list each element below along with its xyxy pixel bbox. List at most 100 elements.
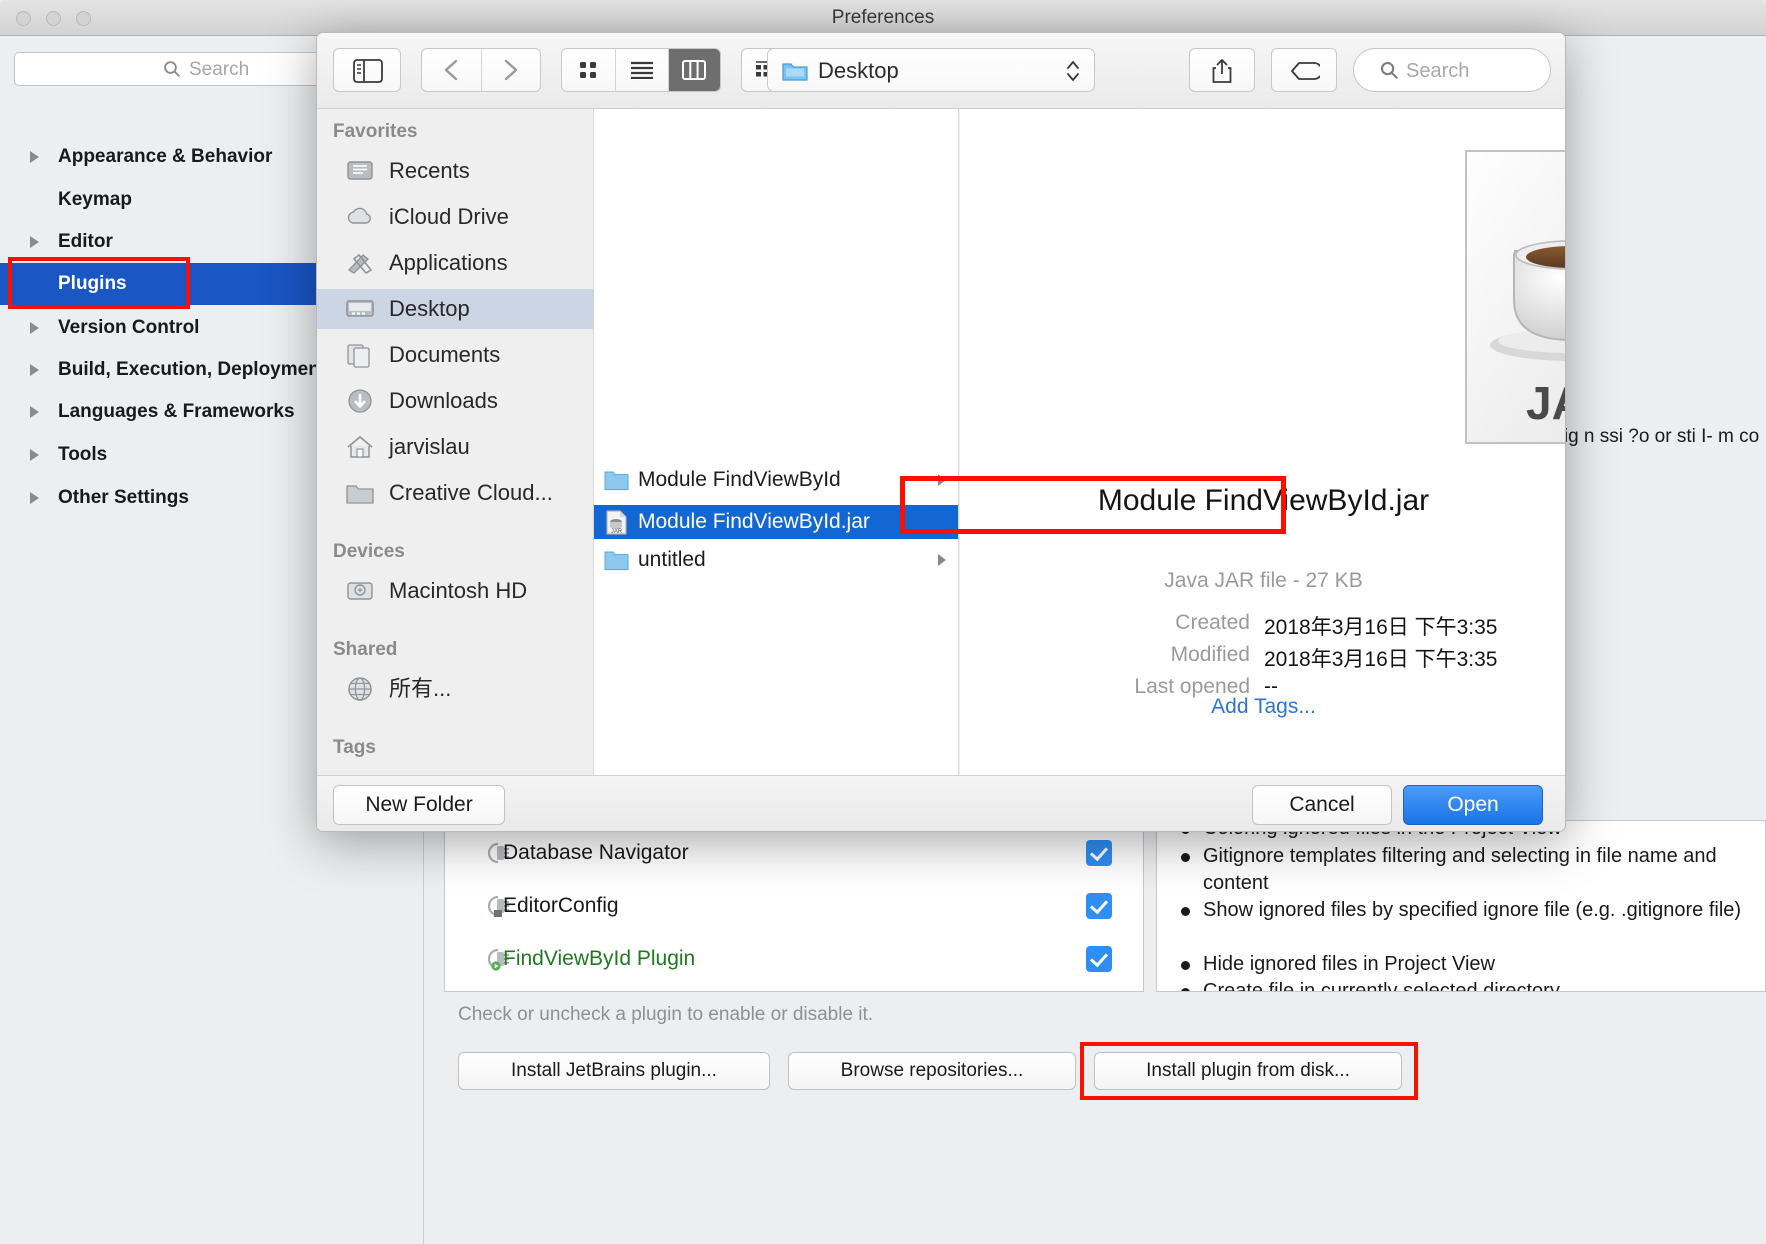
expand-arrow-icon[interactable] (30, 322, 39, 334)
view-mode-group (561, 48, 721, 92)
harddisk-icon (347, 582, 373, 600)
bullet-icon (1181, 907, 1190, 916)
folder-icon (604, 551, 629, 571)
sidebar-item-label: Desktop (389, 296, 470, 321)
sidebar-item-applications[interactable]: Applications (317, 243, 594, 283)
install-plugin-from-disk-button[interactable]: Install plugin from disk... (1094, 1052, 1402, 1090)
sidebar-item-label: Build, Execution, Deployment (58, 359, 327, 380)
metadata-value: 2018年3月16日 下午3:35 (1264, 648, 1498, 671)
plugin-name: FindViewById Plugin (503, 947, 696, 970)
metadata-row: Created 2018年3月16日 下午3:35 (960, 611, 1565, 641)
preview-file-kind: Java JAR file - 27 KB (1164, 569, 1363, 592)
sidebar-item-recents[interactable]: Recents (317, 151, 594, 191)
file-dialog-footer: New Folder Cancel Open (317, 775, 1565, 831)
icloud-icon (347, 207, 371, 224)
sidebar-item-macintosh-hd[interactable]: Macintosh HD (317, 571, 594, 611)
chevron-right-icon (938, 554, 946, 566)
file-search-input[interactable]: Search (1353, 48, 1551, 92)
plugin-name: EditorConfig (503, 894, 619, 917)
sidebar-item-label: Other Settings (58, 487, 189, 508)
cancel-button[interactable]: Cancel (1252, 785, 1392, 825)
metadata-value: 2018年3月16日 下午3:35 (1264, 616, 1498, 639)
sidebar-item-所有[interactable]: 所有... (317, 669, 594, 709)
jar-icon-label: JAR (1526, 377, 1566, 429)
description-item: Show ignored files by specified ignore f… (1203, 899, 1742, 921)
forward-button[interactable] (482, 49, 540, 91)
sidebar-item-label: Documents (389, 342, 501, 367)
sidebar-item-jarvislau[interactable]: jarvislau (317, 427, 594, 467)
plugin-list[interactable]: Database Navigator EditorConfig FindViewBy… (444, 820, 1144, 992)
folder-icon (782, 63, 808, 81)
plugin-enabled-checkbox[interactable] (1086, 840, 1112, 866)
sidebar-item-creative-cloud[interactable]: Creative Cloud... (317, 473, 594, 513)
sidebar-item-desktop[interactable]: Desktop (317, 289, 594, 329)
navigation-buttons (421, 48, 541, 92)
file-row-selected[interactable]: JAR Module FindViewById.jar (594, 505, 958, 539)
description-item: Gitignore templates filtering and select… (1203, 845, 1717, 894)
sidebar-item-label: jarvislau (389, 434, 470, 459)
sidebar-item-label: Downloads (389, 388, 498, 413)
window-titlebar: Preferences (0, 0, 1766, 36)
sidebar-item-icloud-drive[interactable]: iCloud Drive (317, 197, 594, 237)
icon-view-icon (580, 62, 596, 78)
search-icon (1380, 61, 1398, 79)
plugin-enabled-checkbox[interactable] (1086, 946, 1112, 972)
browse-repositories-button[interactable]: Browse repositories... (788, 1052, 1076, 1090)
sidebar-item-label: Macintosh HD (389, 578, 528, 603)
screen: Preferences Search Appearance & Behavior… (0, 0, 1766, 1244)
folder-icon (604, 471, 629, 491)
path-label: Desktop (818, 58, 899, 83)
sidebar-item-documents[interactable]: Documents (317, 335, 594, 375)
sidebar-item-label: iCloud Drive (389, 204, 509, 229)
plugin-row[interactable]: FindViewById Plugin (445, 933, 1143, 986)
expand-arrow-icon[interactable] (30, 236, 39, 248)
column-view-icon (682, 60, 706, 80)
folder-icon (346, 485, 374, 504)
sidebar-item-label: Keymap (58, 189, 132, 210)
open-button[interactable]: Open (1403, 785, 1543, 825)
expand-arrow-icon[interactable] (30, 151, 39, 163)
icon-view-button[interactable] (562, 49, 615, 91)
bullet-icon (1181, 988, 1190, 991)
plugin-row[interactable]: EditorConfig (445, 880, 1143, 933)
plugin-enabled-checkbox[interactable] (1086, 893, 1112, 919)
sidebar-item-label: Tools (58, 444, 108, 465)
back-button[interactable] (422, 49, 481, 91)
expand-arrow-icon[interactable] (30, 449, 39, 461)
sidebar-item-downloads[interactable]: Downloads (317, 381, 594, 421)
tag-button[interactable] (1271, 48, 1337, 92)
jar-file-icon: JAR (1460, 147, 1566, 447)
share-icon (1212, 59, 1232, 83)
column-view-button[interactable] (669, 49, 720, 91)
description-overflow-text: a ig n ssi ?o or sti I- m co (1548, 426, 1760, 447)
sidebar-group-header: Tags (333, 737, 376, 758)
chevron-right-icon (504, 59, 518, 81)
list-view-button[interactable] (616, 49, 668, 91)
expand-arrow-icon[interactable] (30, 492, 39, 504)
expand-arrow-icon[interactable] (30, 364, 39, 376)
file-dialog-sidebar: Favorites Recents iCloud Drive Applications… (317, 109, 594, 775)
add-tags-link[interactable]: Add Tags... (960, 695, 1565, 719)
sidebar-item-label: Creative Cloud... (389, 480, 553, 505)
plugin-row[interactable]: Database Navigator (445, 827, 1143, 880)
home-icon (347, 435, 373, 458)
file-row[interactable]: Module FindViewById (594, 463, 958, 497)
sidebar-item-label: Plugins (58, 273, 127, 294)
new-folder-button[interactable]: New Folder (333, 785, 505, 825)
search-placeholder: Search (189, 59, 250, 80)
file-name: Module FindViewById (638, 468, 841, 491)
path-selector[interactable]: Desktop (767, 48, 1095, 92)
sidebar-group-header: Shared (333, 639, 398, 660)
metadata-label: Modified (1170, 643, 1250, 666)
expand-arrow-icon[interactable] (30, 406, 39, 418)
install-jetbrains-plugin-button[interactable]: Install JetBrains plugin... (458, 1052, 770, 1090)
share-button[interactable] (1189, 48, 1255, 92)
file-row[interactable]: untitled (594, 543, 958, 577)
sidebar-toggle-button[interactable] (333, 48, 401, 92)
bullet-icon (1181, 961, 1190, 970)
sidebar-group-header: Devices (333, 541, 405, 562)
file-preview-pane: JAR Module FindViewById.jar Java JAR fil… (960, 109, 1566, 775)
file-list-column[interactable]: Module FindViewById JAR Module FindViewByI… (594, 109, 959, 775)
file-open-dialog: Desktop Search Favorites Recents iCloud … (316, 32, 1566, 832)
page-title: Preferences (831, 7, 935, 28)
